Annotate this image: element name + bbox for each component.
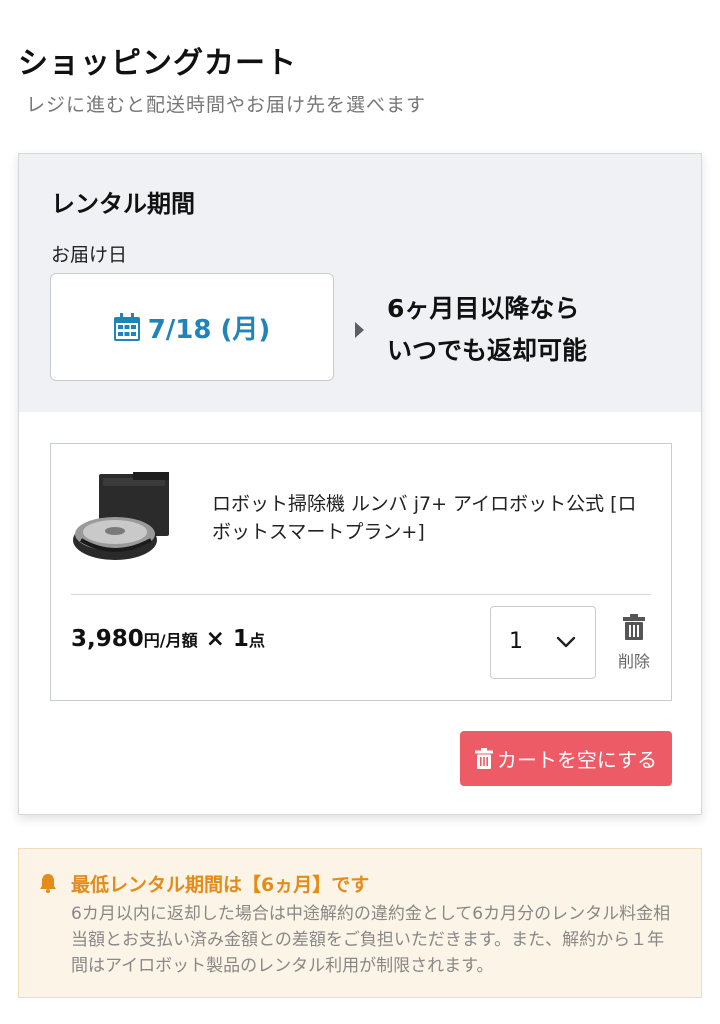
delivery-date-box[interactable]: 7/18 (月) — [50, 273, 334, 381]
cart-item: ロボット掃除機 ルンバ j7+ アイロボット公式 [ロボットスマートプラン+] … — [50, 443, 672, 701]
divider — [71, 594, 651, 595]
times-sign: × — [197, 626, 233, 652]
delete-label: 削除 — [617, 652, 650, 671]
empty-cart-label: カートを空にする — [496, 748, 658, 772]
item-count: 1 — [232, 626, 249, 652]
return-note: 6ヶ月目以降なら いつでも返却可能 — [387, 288, 587, 372]
empty-cart-button[interactable]: カートを空にする — [460, 731, 672, 786]
return-note-line1: 6ヶ月目以降なら — [387, 294, 580, 323]
quantity-value: 1 — [509, 629, 523, 654]
delete-button[interactable]: 削除 — [611, 614, 657, 680]
chevron-down-icon — [556, 636, 576, 648]
price-unit: 円/月額 — [143, 631, 198, 650]
notice-body: 6カ月以内に返却した場合は中途解約の違約金として6カ月分のレンタル料金相当額とお… — [71, 904, 671, 976]
page-title: ショッピングカート — [18, 46, 297, 81]
notice-box: 最低レンタル期間は【6ヵ月】です 6カ月以内に返却した場合は中途解約の違約金とし… — [18, 848, 702, 998]
price-value: 3,980 — [71, 626, 144, 652]
return-note-line2: いつでも返却可能 — [387, 336, 588, 365]
arrow-right-icon — [355, 322, 364, 338]
page-subtitle: レジに進むと配送時間やお届け先を選べます — [26, 94, 427, 116]
delivery-date-value: 7/18 (月) — [147, 314, 271, 345]
calendar-icon — [113, 313, 140, 341]
product-name[interactable]: ロボット掃除機 ルンバ j7+ アイロボット公式 [ロボットスマートプラン+] — [212, 490, 652, 546]
rental-section: レンタル期間 お届け日 7/18 (月) 6ヶ月目以降なら いつでも返却可能 — [19, 154, 701, 412]
item-count-unit: 点 — [248, 631, 265, 650]
trash-icon — [623, 614, 645, 640]
bell-icon — [40, 874, 56, 893]
price-line: 3,980円/月額 × 1点 — [71, 626, 265, 652]
cart-card: レンタル期間 お届け日 7/18 (月) 6ヶ月目以降なら いつでも返却可能 ロ… — [18, 153, 702, 815]
quantity-select[interactable]: 1 — [490, 606, 596, 679]
product-image — [73, 472, 169, 560]
rental-title: レンタル期間 — [51, 190, 195, 218]
trash-icon — [474, 748, 493, 769]
delivery-date-label: お届け日 — [51, 244, 128, 266]
notice-title: 最低レンタル期間は【6ヵ月】です — [71, 874, 370, 896]
